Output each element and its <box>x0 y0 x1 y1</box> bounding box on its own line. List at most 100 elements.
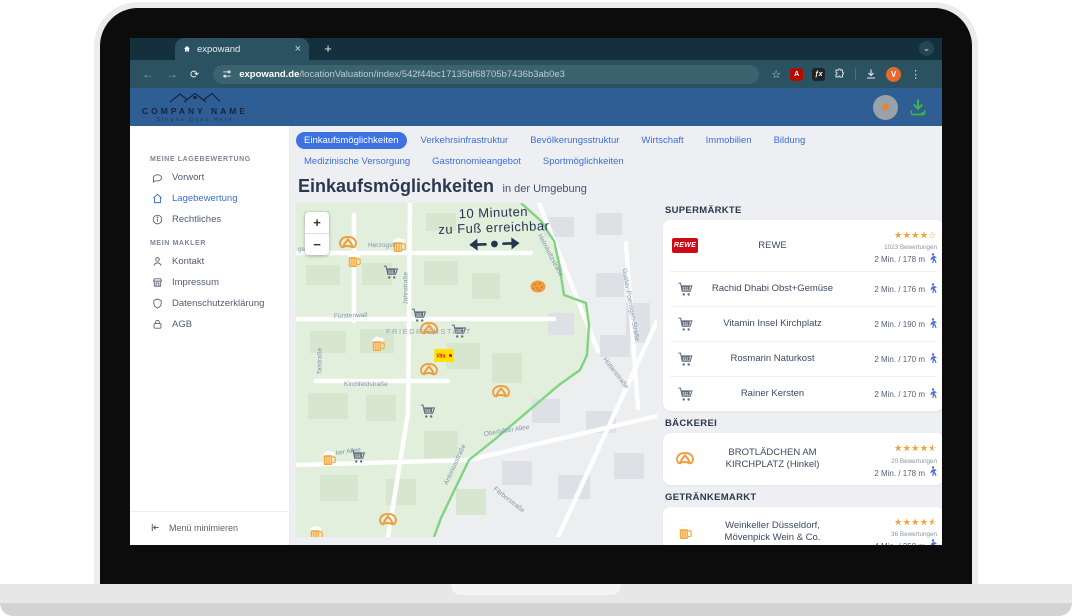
poi-panel: SUPERMÄRKTEREWEREWE☆☆☆☆☆★★★★★1023 Bewert… <box>663 203 942 545</box>
tab-medizinische-versorgung[interactable]: Medizinische Versorgung <box>296 153 418 170</box>
street-label: Jahnstraße <box>403 272 410 305</box>
poi-details: ☆☆☆☆☆★★★★★1023 Bewertungen2 Min. / 178 m <box>845 224 937 267</box>
laptop-base-notch <box>451 584 621 595</box>
sidebar-section-label: MEIN MAKLER <box>150 240 289 247</box>
page-title-row: Einkaufsmöglichkeiten in der Umgebung <box>298 176 936 197</box>
beer-marker[interactable] <box>370 336 386 358</box>
tab-einkaufsmöglichkeiten[interactable]: Einkaufsmöglichkeiten <box>296 132 407 149</box>
browser-tab[interactable]: expowand × <box>175 38 309 60</box>
tab-verkehrsinfrastruktur[interactable]: Verkehrsinfrastruktur <box>413 132 517 149</box>
cart-icon <box>670 386 700 403</box>
tab-close-icon[interactable]: × <box>295 44 301 55</box>
url-text: expowand.de/locationValuation/index/542f… <box>239 69 565 80</box>
sidebar-item-label: Datenschutzerklärung <box>172 298 264 309</box>
reload-icon[interactable]: ⟳ <box>190 68 199 81</box>
walking-person-icon <box>928 539 937 545</box>
distance-text: 2 Min. / 178 m <box>874 469 925 479</box>
walking-person-icon <box>928 466 937 481</box>
home-favicon-icon <box>183 45 191 53</box>
tab-gastronomieangebot[interactable]: Gastronomieangebot <box>424 153 529 170</box>
sidebar-section-label: MEINE LAGEBEWERTUNG <box>150 156 289 163</box>
zoom-in-button[interactable]: + <box>305 212 329 233</box>
poi-details: 2 Min. / 190 m <box>845 317 937 333</box>
rating-stars: ☆☆☆☆☆★★★★★ <box>894 444 937 453</box>
sidebar-item-kontakt[interactable]: Kontakt <box>130 251 289 272</box>
home-icon <box>152 193 163 204</box>
app-header: COMPANY NAME Slogan Goes Here ✹ <box>130 88 942 126</box>
sidebar-item-impressum[interactable]: Impressum <box>130 272 289 293</box>
map[interactable]: + − 10 Minuten zu Fuß erreichbar <box>296 203 657 537</box>
download-report-icon[interactable] <box>908 97 928 117</box>
poi-row-brotlädchen-am-kirchplatz-hinkel[interactable]: BROTLÄDCHEN AM KIRCHPLATZ (Hinkel)☆☆☆☆☆★… <box>670 433 937 484</box>
sidebar-item-vorwort[interactable]: Vorwort <box>130 167 289 188</box>
pretzel-marker[interactable] <box>379 512 397 532</box>
tab-bildung[interactable]: Bildung <box>766 132 814 149</box>
tab-bevölkerungsstruktur[interactable]: Bevölkerungsstruktur <box>522 132 627 149</box>
sidebar-item-agb[interactable]: AGB <box>130 314 289 335</box>
cart-marker[interactable] <box>420 403 437 425</box>
rewe-icon: REWE <box>670 238 700 253</box>
distance-row: 2 Min. / 178 m <box>845 253 937 268</box>
company-logo[interactable]: COMPANY NAME Slogan Goes Here <box>142 91 248 123</box>
page-title: Einkaufsmöglichkeiten <box>298 176 494 196</box>
review-count: 1023 Bewertungen <box>845 244 937 252</box>
rating-stars: ☆☆☆☆☆★★★★★ <box>894 518 937 527</box>
address-bar[interactable]: expowand.de/locationValuation/index/542f… <box>213 65 759 84</box>
double-arrow-icon <box>457 235 532 254</box>
adobe-extension-icon[interactable]: A <box>790 68 803 81</box>
info-icon <box>152 214 163 225</box>
sidebar-item-label: Kontakt <box>172 256 204 267</box>
beer-marker[interactable] <box>321 450 337 472</box>
poi-row-rosmarin-naturkost[interactable]: Rosmarin Naturkost2 Min. / 170 m <box>670 342 937 377</box>
fx-extension-icon[interactable]: ƒx <box>812 68 825 81</box>
downloads-icon[interactable] <box>865 68 877 80</box>
sidebar-item-rechtliches[interactable]: Rechtliches <box>130 209 289 230</box>
collapse-menu-button[interactable]: Menü minimieren <box>130 511 289 545</box>
tab-sportmöglichkeiten[interactable]: Sportmöglichkeiten <box>535 153 632 170</box>
tab-immobilien[interactable]: Immobilien <box>698 132 760 149</box>
poi-row-rachid-dhabi-obst-gemüse[interactable]: Rachid Dhabi Obst+Gemüse2 Min. / 176 m <box>670 272 937 307</box>
cart-icon <box>670 316 700 333</box>
chat-icon <box>152 172 163 183</box>
beer-marker[interactable] <box>346 252 362 274</box>
walking-person-icon <box>928 353 937 368</box>
extensions-puzzle-icon[interactable] <box>834 68 846 80</box>
poi-details: ☆☆☆☆☆★★★★★20 Bewertungen2 Min. / 178 m <box>845 437 937 480</box>
distance-text: 2 Min. / 170 m <box>874 355 925 365</box>
browser-menu-icon[interactable]: ⋮ <box>910 68 921 81</box>
bookmark-star-icon[interactable]: ☆ <box>771 68 781 81</box>
toolbar-divider <box>855 68 856 80</box>
user-avatar[interactable]: ✹ <box>873 95 898 120</box>
zoom-out-button[interactable]: − <box>305 234 329 255</box>
poi-card: BROTLÄDCHEN AM KIRCHPLATZ (Hinkel)☆☆☆☆☆★… <box>663 433 942 484</box>
pretzel-marker[interactable] <box>492 384 510 404</box>
poi-row-vitamin-insel-kirchplatz[interactable]: Vitamin Insel Kirchplatz2 Min. / 190 m <box>670 307 937 342</box>
pretzel-marker[interactable] <box>420 362 438 382</box>
panel-section-title: GETRÄNKEMARKT <box>665 492 942 503</box>
poi-row-rainer-kersten[interactable]: Rainer Kersten2 Min. / 170 m <box>670 377 937 411</box>
poi-card: REWEREWE☆☆☆☆☆★★★★★1023 Bewertungen2 Min.… <box>663 220 942 411</box>
bread-marker[interactable] <box>529 279 547 299</box>
new-tab-button[interactable]: + <box>320 41 336 57</box>
distance-text: 2 Min. / 178 m <box>874 255 925 265</box>
poi-name: Weinkeller Düsseldorf, Mövenpick Wein & … <box>700 520 845 544</box>
back-icon[interactable]: ← <box>142 67 154 81</box>
browser-window: expowand × + ⌄ ← → ⟳ expowand.de/locatio… <box>130 38 942 545</box>
pretzel-icon <box>670 451 700 466</box>
distance-text: 4 Min. / 358 m <box>874 542 925 545</box>
street-label: Herzogstr. <box>368 242 398 249</box>
sidebar-item-lagebewertung[interactable]: Lagebewertung <box>130 188 289 209</box>
forward-icon[interactable]: → <box>166 67 178 81</box>
cart-marker[interactable] <box>383 264 400 286</box>
sidebar-item-datenschutzerklärung[interactable]: Datenschutzerklärung <box>130 293 289 314</box>
poi-details: 2 Min. / 170 m <box>845 352 937 368</box>
tab-wirtschaft[interactable]: Wirtschaft <box>633 132 691 149</box>
poi-row-weinkeller-düsseldorf-mövenpick-wein-co[interactable]: Weinkeller Düsseldorf, Mövenpick Wein & … <box>670 507 937 545</box>
profile-avatar[interactable]: V <box>886 67 901 82</box>
tab-search-chevron-icon[interactable]: ⌄ <box>919 41 934 56</box>
poi-row-rewe[interactable]: REWEREWE☆☆☆☆☆★★★★★1023 Bewertungen2 Min.… <box>670 220 937 272</box>
poi-name: REWE <box>700 240 845 252</box>
street-label: Talstraße <box>317 348 324 375</box>
cart-icon <box>670 281 700 298</box>
beer-marker[interactable] <box>308 525 324 537</box>
